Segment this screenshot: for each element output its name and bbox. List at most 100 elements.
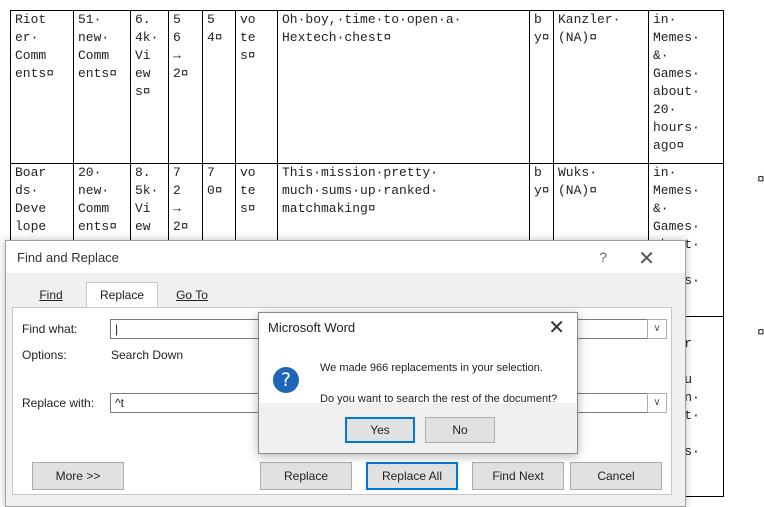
cell-line: new·	[78, 183, 110, 198]
table-cell[interactable]: 5 6 → 2¤	[168, 10, 203, 164]
cell-line: Kanzler·	[558, 12, 621, 27]
cell-line: 4k·	[135, 30, 159, 45]
cell-line: Comm	[78, 48, 110, 63]
cell-line: Memes·	[653, 30, 700, 45]
cell-line: y¤	[534, 30, 550, 45]
cell-line: 5k·	[135, 183, 159, 198]
cell-line: (NA)¤	[558, 183, 598, 198]
more-button[interactable]: More >>	[32, 462, 124, 490]
replace-button[interactable]: Replace	[260, 462, 352, 490]
cell-line: te	[240, 30, 256, 45]
end-of-row-mark: ¤	[757, 325, 764, 340]
cell-line: Memes·	[653, 183, 700, 198]
cell-line: b	[534, 165, 542, 180]
cell-line: →	[173, 201, 181, 216]
cell-line: hours·	[653, 120, 700, 135]
cell-line: Comm	[78, 201, 110, 216]
cell-line: ew	[135, 219, 151, 234]
cell-line: y¤	[534, 183, 550, 198]
cell-line: 0¤	[207, 183, 223, 198]
cell-line: 5	[207, 12, 215, 27]
table-cell[interactable]: 51· new· Comm ents¤	[73, 10, 131, 164]
cell-line: 8.	[135, 165, 151, 180]
replace-all-button[interactable]: Replace All	[366, 462, 458, 490]
cell-line: This·mission·pretty·	[282, 165, 439, 180]
cell-line: (NA)¤	[558, 30, 598, 45]
cell-line: ents¤	[15, 66, 55, 81]
tab-replace-label: Replace	[99, 288, 145, 302]
cell-line: b	[534, 12, 542, 27]
cell-line: 2¤	[173, 219, 189, 234]
message-box-body: ? We made 966 replacements in your selec…	[259, 343, 577, 405]
cancel-button[interactable]: Cancel	[570, 462, 662, 490]
replace-history-dropdown[interactable]: ∨	[647, 393, 667, 413]
options-label: Options:	[22, 348, 67, 362]
cell-line: vo	[240, 12, 256, 27]
table-cell[interactable]: in· Memes· &· Games· about· 20· hours· ago¤	[648, 10, 724, 164]
table-cell[interactable]: 5 4¤	[202, 10, 236, 164]
message-box-title: Microsoft Word	[268, 320, 356, 335]
table-cell[interactable]: Riot er· Comm ents¤	[10, 10, 74, 164]
find-next-button[interactable]: Find Next	[472, 462, 564, 490]
dialog-title: Find and Replace	[17, 250, 119, 265]
table-cell[interactable]: vo te s¤	[235, 10, 278, 164]
table-cell[interactable]: Oh·boy,·time·to·open·a· Hextech·chest¤	[277, 10, 530, 164]
table-cell[interactable]: 6. 4k· Vi ew s¤	[130, 10, 169, 164]
chevron-down-icon: ∨	[653, 323, 661, 334]
cell-line: 5	[173, 12, 181, 27]
question-text: Do you want to search the rest of the do…	[320, 393, 558, 405]
help-icon[interactable]: ?	[599, 249, 607, 265]
yes-button[interactable]: Yes	[345, 417, 415, 443]
cell-line: er·	[15, 30, 39, 45]
cell-line: Comm	[15, 48, 47, 63]
tab-goto[interactable]: Go To	[166, 285, 218, 307]
table-cell[interactable]: Kanzler· (NA)¤	[553, 10, 649, 164]
cell-line: 6.	[135, 12, 151, 27]
cell-line: ds·	[15, 183, 39, 198]
cell-line: much·sums·up·ranked·	[282, 183, 439, 198]
no-button[interactable]: No	[425, 417, 495, 443]
cell-line: vo	[240, 165, 256, 180]
cell-line: in·	[653, 165, 677, 180]
tab-replace[interactable]: Replace	[86, 282, 158, 308]
options-value: Search Down	[111, 348, 184, 362]
tab-find-label: Find	[39, 288, 63, 302]
cell-line: Wuks·	[558, 165, 598, 180]
replace-with-label: Replace with:	[22, 396, 95, 410]
cell-line: s¤	[240, 201, 256, 216]
cell-line: 7	[173, 165, 181, 180]
cell-line: &·	[653, 201, 669, 216]
find-what-label: Find what:	[22, 322, 78, 336]
cell-line: lope	[15, 219, 47, 234]
cell-line: ents¤	[78, 66, 118, 81]
word-message-box: Microsoft Word ✕ ? We made 966 replaceme…	[258, 312, 578, 454]
cell-line: Vi	[135, 201, 151, 216]
find-history-dropdown[interactable]: ∨	[647, 319, 667, 339]
cell-line: Deve	[15, 201, 47, 216]
cell-line: Riot	[15, 12, 47, 27]
cell-line: s¤	[240, 48, 256, 63]
cell-line: 7	[207, 165, 215, 180]
cell-line: ago¤	[653, 138, 685, 153]
cell-line: te	[240, 183, 256, 198]
tab-find[interactable]: Find	[28, 285, 74, 307]
cell-line: in·	[653, 12, 677, 27]
cell-line: 4¤	[207, 30, 223, 45]
cell-line: s¤	[135, 84, 151, 99]
table-cell[interactable]: b y¤	[529, 10, 554, 164]
close-icon[interactable]: ✕	[638, 246, 655, 271]
cell-line: 20·	[653, 102, 677, 117]
cell-line: 20·	[78, 165, 102, 180]
end-of-row-mark: ¤	[757, 172, 764, 187]
cell-line: 2	[173, 183, 181, 198]
close-icon[interactable]: ✕	[548, 315, 565, 340]
cell-line: Games·	[653, 66, 700, 81]
question-icon: ?	[273, 367, 299, 393]
cell-line: 2¤	[173, 66, 189, 81]
cell-line: →	[173, 48, 181, 63]
cell-line: 51·	[78, 12, 102, 27]
tab-goto-label: Go To	[176, 288, 208, 302]
dialog-titlebar[interactable]: Find and Replace ? ✕	[6, 241, 685, 273]
message-box-titlebar[interactable]: Microsoft Word ✕	[259, 313, 577, 343]
cell-line: ents¤	[78, 219, 118, 234]
